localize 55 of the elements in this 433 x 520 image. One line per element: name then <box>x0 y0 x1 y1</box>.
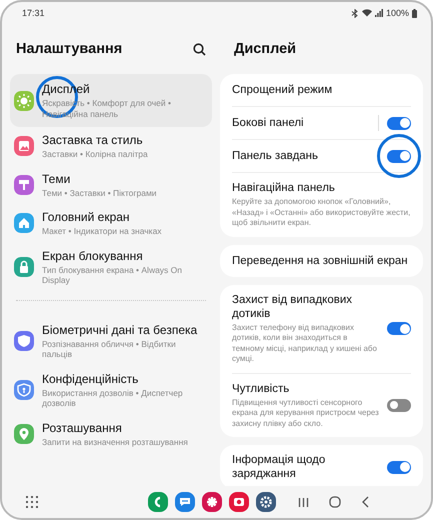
toggle-switch[interactable] <box>387 398 411 412</box>
toggle-switch[interactable] <box>387 460 411 474</box>
back-icon[interactable] <box>361 496 369 508</box>
option-title[interactable]: Панель завдань <box>232 149 379 163</box>
item-title: Конфіденційність <box>42 372 140 386</box>
battery-percent: 100% <box>386 8 409 18</box>
option-title[interactable]: Бокові панелі <box>232 116 370 130</box>
option-title[interactable]: Переведення на зовнішній екран <box>232 254 411 268</box>
page-title: Налаштування <box>16 41 122 57</box>
item-title: Заставка та стиль <box>42 133 144 147</box>
toggle-switch[interactable] <box>387 322 411 335</box>
search-icon[interactable] <box>193 42 206 56</box>
item-title: Екран блокування <box>42 248 144 262</box>
option-title[interactable]: Чутливість <box>232 382 379 396</box>
signal-icon <box>374 9 383 17</box>
option-title[interactable]: Захист від випадкових дотиків <box>232 292 379 320</box>
settings-item[interactable]: Біометричні дані та безпека Розпізнавання обличчя • Відбитки пальців <box>10 316 212 366</box>
item-subtitle: Розпізнавання обличчя • Відбитки пальців <box>42 338 177 360</box>
item-subtitle: Тип блокування екрана • Always On Display <box>42 264 184 286</box>
item-title: Головний екран <box>42 210 131 224</box>
settings-item[interactable]: Теми Теми • Заставки • Піктограми <box>10 166 212 204</box>
toggle-switch[interactable] <box>387 150 411 162</box>
item-subtitle: Теми • Заставки • Піктограми <box>42 188 157 198</box>
option-description: Підвищення чутливості сенсорного екрана для керування пристроєм через захисну плівку або скло. <box>232 398 379 429</box>
item-title: Теми <box>42 172 72 186</box>
clock-time: 17:31 <box>22 8 45 18</box>
settings-item[interactable]: Головний екран Макет • Індикатори на значках <box>10 204 212 242</box>
option-description: Захист телефону від випадкових дотиків, коли він знаходиться в темному місці, наприклад у кишені або сумці. <box>232 322 378 364</box>
settings-item[interactable]: Конфіденційність Використання дозволів • Диспетчер дозволів <box>10 366 212 414</box>
toggle-switch[interactable] <box>387 116 411 130</box>
item-title: Біометричні дані та безпека <box>42 322 198 336</box>
item-subtitle: Запити на визначення розташування <box>42 436 188 447</box>
wifi-icon <box>362 9 372 17</box>
settings-item[interactable]: Розташування Запити на визначення розташування <box>10 414 212 453</box>
messages-app-icon[interactable] <box>175 492 195 512</box>
battery-icon <box>412 8 417 18</box>
item-subtitle: Макет • Індикатори на значках <box>42 226 162 236</box>
item-title: Розташування <box>42 420 123 434</box>
phone-app-icon[interactable] <box>148 492 168 512</box>
option-title[interactable]: Навігаційна панель <box>232 181 411 195</box>
bluetooth-icon <box>350 8 359 18</box>
apps-grid-icon[interactable] <box>26 496 38 508</box>
item-subtitle: Заставки • Колірна палітра <box>42 149 148 160</box>
option-title[interactable]: Спрощений режим <box>232 83 411 97</box>
settings-app-icon[interactable] <box>256 492 276 512</box>
item-subtitle: Використання дозволів • Диспетчер дозволів <box>42 388 184 408</box>
flower-app-icon[interactable] <box>202 492 222 512</box>
option-description: Керуйте за допомогою кнопок «Головний», «Назад» і «Останні» або використовуйте жести, щоб звільнити екран. <box>232 197 411 228</box>
recents-icon[interactable] <box>298 496 309 508</box>
camera-app-icon[interactable] <box>229 492 249 512</box>
home-icon[interactable] <box>329 496 341 508</box>
settings-item[interactable]: Заставка та стиль Заставки • Колірна палітра <box>10 127 212 166</box>
pane-title: Дисплей <box>234 41 296 57</box>
option-title[interactable]: Інформація щодо заряджання <box>232 453 379 481</box>
settings-item[interactable]: Екран блокування Тип блокування екрана • Always On Display <box>10 242 212 292</box>
